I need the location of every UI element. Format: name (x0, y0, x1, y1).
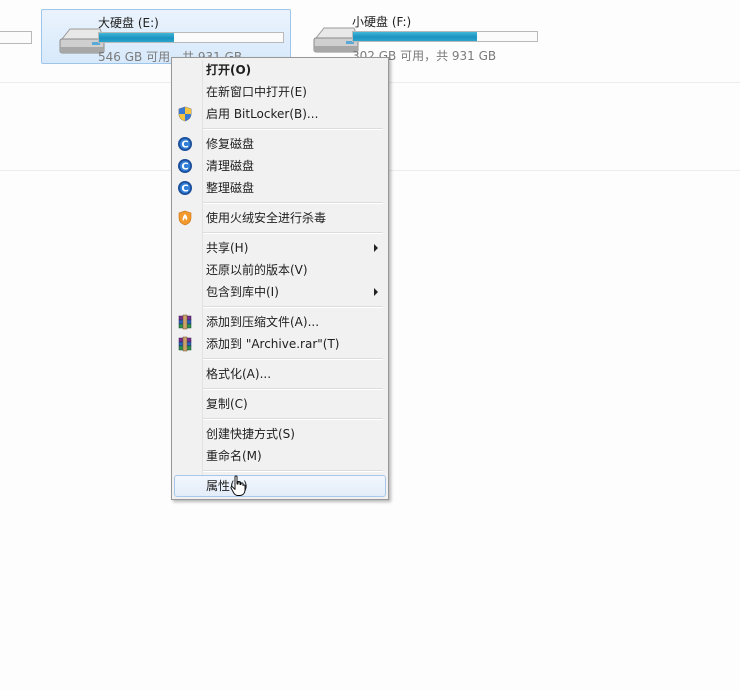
menu-separator (203, 358, 383, 360)
menu-item-clean-disk[interactable]: C 清理磁盘 (174, 155, 386, 177)
menu-item-properties[interactable]: 属性(R) (174, 475, 386, 497)
menu-item-antivirus-scan[interactable]: 使用火绒安全进行杀毒 (174, 207, 386, 229)
menu-item-label: 复制(C) (206, 397, 248, 411)
submenu-arrow-icon (374, 288, 378, 296)
menu-item-label: 包含到库中(I) (206, 285, 279, 299)
menu-item-share[interactable]: 共享(H) (174, 237, 386, 259)
menu-item-label: 添加到 "Archive.rar"(T) (206, 337, 340, 351)
menu-item-label: 还原以前的版本(V) (206, 263, 308, 277)
drive-capacity-fill (353, 32, 478, 41)
context-menu: 打开(O) 在新窗口中打开(E) 启用 BitLocker(B)... C 修复… (171, 57, 389, 500)
menu-item-rename[interactable]: 重命名(M) (174, 445, 386, 467)
menu-separator (203, 232, 383, 234)
menu-item-label: 整理磁盘 (206, 181, 255, 195)
menu-item-label: 重命名(M) (206, 449, 262, 463)
shield-icon (178, 106, 192, 122)
winrar-icon (178, 336, 192, 352)
menu-separator (203, 470, 383, 472)
menu-item-open[interactable]: 打开(O) (174, 59, 386, 81)
menu-item-copy[interactable]: 复制(C) (174, 393, 386, 415)
menu-item-add-to-archive-rar[interactable]: 添加到 "Archive.rar"(T) (174, 333, 386, 355)
svg-text:C: C (181, 140, 188, 151)
drive-e-tile[interactable]: 大硬盘 (E:) 546 GB 可用，共 931 GB (41, 9, 291, 64)
menu-item-add-to-archive[interactable]: 添加到压缩文件(A)... (174, 311, 386, 333)
menu-separator (203, 128, 383, 130)
menu-separator (203, 202, 383, 204)
menu-item-label: 共享(H) (206, 241, 249, 255)
menu-separator (203, 388, 383, 390)
menu-item-open-new-window[interactable]: 在新窗口中打开(E) (174, 81, 386, 103)
drive-name: 小硬盘 (F:) (352, 15, 412, 29)
menu-item-label: 清理磁盘 (206, 159, 255, 173)
menu-item-label: 打开(O) (206, 63, 252, 77)
menu-item-label: 创建快捷方式(S) (206, 427, 295, 441)
menu-item-create-shortcut[interactable]: 创建快捷方式(S) (174, 423, 386, 445)
previous-drive-capacity-bar (0, 31, 32, 44)
hand-cursor-icon (230, 475, 246, 496)
submenu-arrow-icon (374, 244, 378, 252)
menu-item-label: 启用 BitLocker(B)... (206, 107, 319, 121)
drive-capacity-bar (98, 32, 284, 43)
menu-item-format[interactable]: 格式化(A)... (174, 363, 386, 385)
drive-name: 大硬盘 (E:) (98, 16, 159, 30)
cleaner-icon: C (178, 159, 192, 173)
drive-capacity-fill (99, 33, 175, 42)
menu-separator (203, 418, 383, 420)
menu-item-restore-previous[interactable]: 还原以前的版本(V) (174, 259, 386, 281)
drive-capacity-bar (352, 31, 538, 42)
menu-item-repair-disk[interactable]: C 修复磁盘 (174, 133, 386, 155)
menu-separator (203, 306, 383, 308)
winrar-icon (178, 314, 192, 330)
drive-f-tile[interactable]: 小硬盘 (F:) 302 GB 可用，共 931 GB (296, 9, 546, 64)
menu-item-label: 修复磁盘 (206, 137, 255, 151)
menu-item-include-in-library[interactable]: 包含到库中(I) (174, 281, 386, 303)
menu-item-defrag-disk[interactable]: C 整理磁盘 (174, 177, 386, 199)
menu-item-label: 使用火绒安全进行杀毒 (206, 211, 327, 225)
cleaner-icon: C (178, 137, 192, 151)
svg-text:C: C (181, 162, 188, 173)
huorong-icon (178, 210, 192, 226)
menu-item-label: 添加到压缩文件(A)... (206, 315, 320, 329)
menu-item-label: 在新窗口中打开(E) (206, 85, 307, 99)
menu-item-bitlocker[interactable]: 启用 BitLocker(B)... (174, 103, 386, 125)
menu-item-label: 格式化(A)... (206, 367, 272, 381)
svg-text:C: C (181, 184, 188, 195)
cleaner-icon: C (178, 181, 192, 195)
